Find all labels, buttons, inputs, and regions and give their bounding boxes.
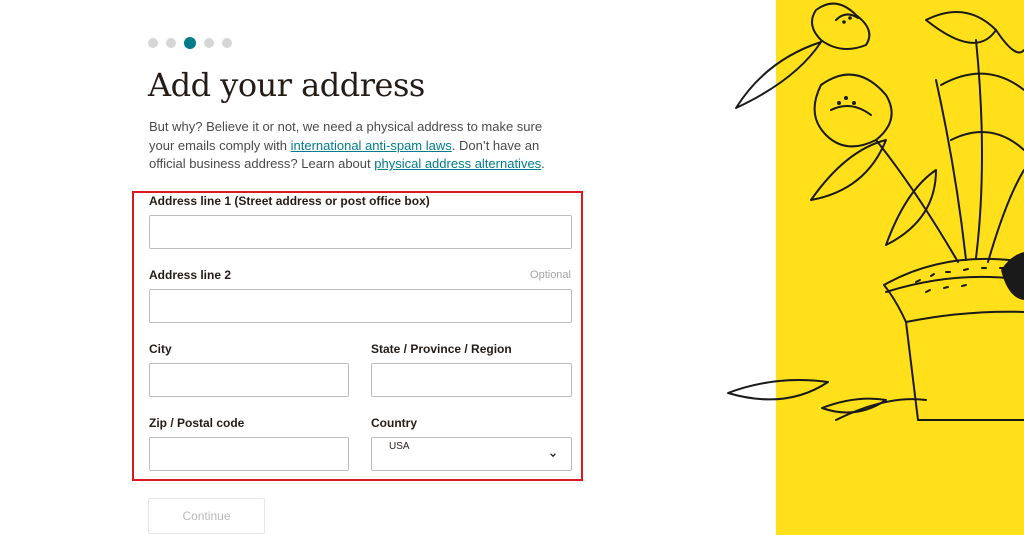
state-label: State / Province / Region	[371, 342, 512, 356]
potted-plant-illustration-icon	[727, 0, 1024, 535]
progress-dots	[148, 37, 232, 49]
country-label: Country	[371, 416, 417, 430]
address2-label: Address line 2	[149, 268, 232, 282]
state-input[interactable]	[371, 363, 572, 397]
address1-input[interactable]	[149, 215, 572, 249]
address2-input[interactable]	[149, 289, 572, 323]
intro-text-3: .	[541, 156, 545, 171]
progress-dot-4	[204, 38, 214, 48]
add-address-page: Add your address But why? Believe it or …	[0, 0, 1024, 535]
country-selected-value: USA	[389, 441, 410, 452]
intro-paragraph: But why? Believe it or not, we need a ph…	[149, 118, 569, 174]
address-alternatives-link[interactable]: physical address alternatives	[374, 156, 541, 171]
continue-button[interactable]: Continue	[148, 498, 265, 534]
city-input[interactable]	[149, 363, 349, 397]
plant-illustration	[726, 0, 1024, 535]
address2-optional-hint: Optional	[530, 269, 571, 281]
zip-input[interactable]	[149, 437, 349, 471]
anti-spam-laws-link[interactable]: international anti-spam laws	[291, 138, 452, 153]
progress-dot-3-active	[184, 37, 196, 49]
country-select[interactable]: USA	[371, 437, 572, 471]
chevron-down-icon	[550, 453, 556, 458]
address1-label: Address line 1 (Street address or post o…	[149, 194, 430, 208]
progress-dot-2	[166, 38, 176, 48]
progress-dot-5	[222, 38, 232, 48]
page-title: Add your address	[148, 66, 425, 104]
progress-dot-1	[148, 38, 158, 48]
city-label: City	[149, 342, 172, 356]
zip-label: Zip / Postal code	[149, 416, 245, 430]
